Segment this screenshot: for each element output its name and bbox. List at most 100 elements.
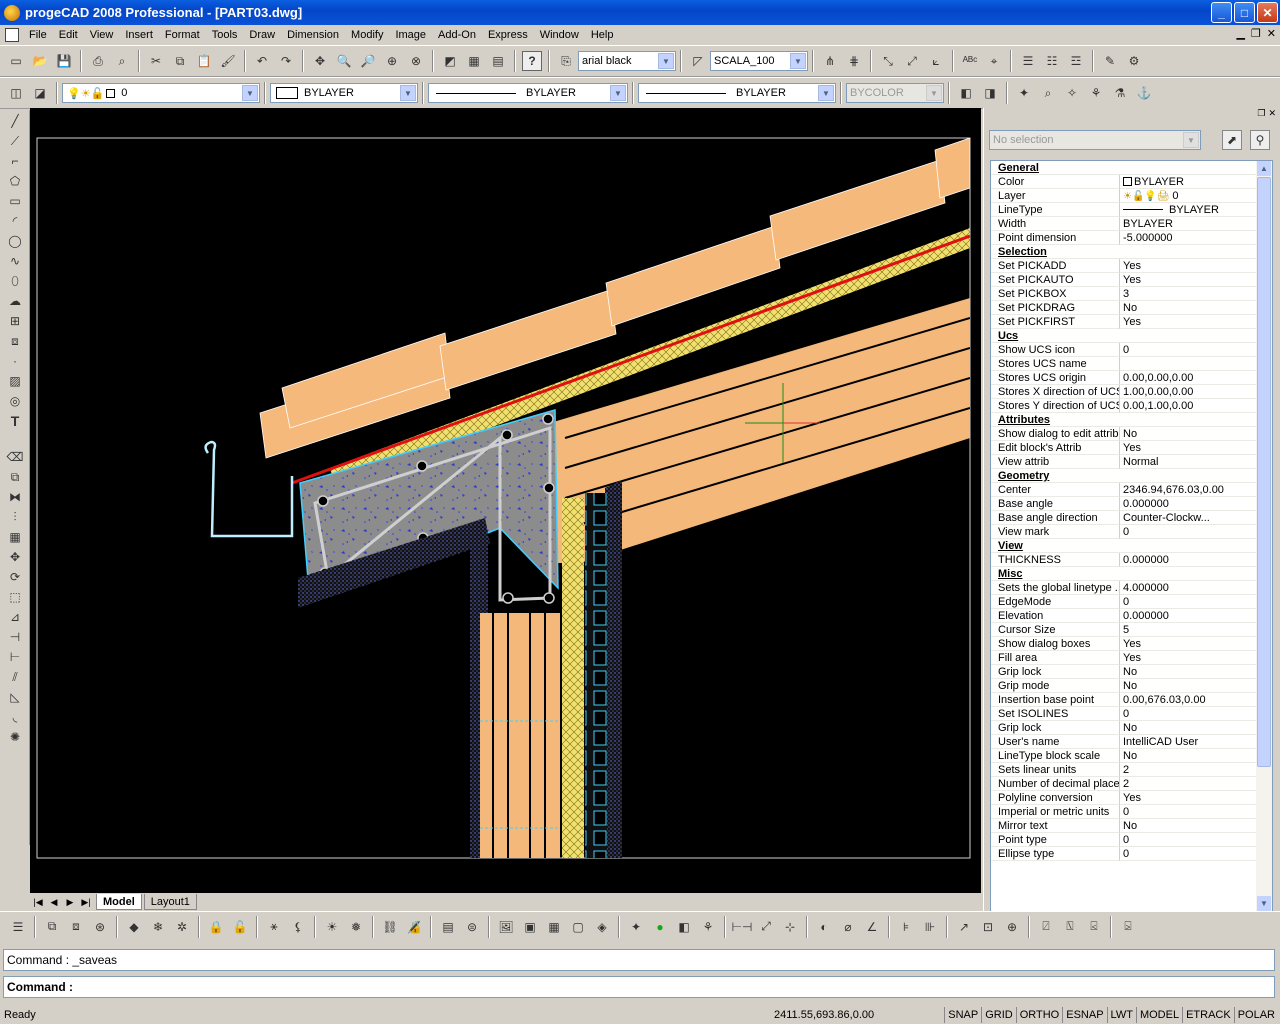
dim-ordinate-icon[interactable]: ⊹	[780, 917, 800, 937]
property-value[interactable]: IntelliCAD User	[1120, 735, 1272, 749]
zoom-extents-icon[interactable]: ⊗	[406, 51, 426, 71]
dim-aligned-icon[interactable]: ⤢	[756, 917, 776, 937]
property-value[interactable]: 0	[1120, 833, 1272, 847]
dim-diameter-icon[interactable]: ⌀	[838, 917, 858, 937]
toggle-ortho[interactable]: ORTHO	[1015, 1007, 1063, 1023]
toggle-lwt[interactable]: LWT	[1106, 1007, 1136, 1023]
property-value[interactable]	[1120, 357, 1272, 371]
design-center-icon[interactable]: ▦	[464, 51, 484, 71]
make-block-icon[interactable]: ⧈	[5, 332, 25, 350]
select-objects-icon[interactable]: ⬈	[1222, 130, 1242, 150]
first-tab-icon[interactable]: |◀	[30, 895, 46, 909]
dim-edit-icon[interactable]: ⍁	[1036, 917, 1056, 937]
property-row[interactable]: Stores UCS name	[991, 357, 1272, 371]
dim-continue-icon[interactable]: ⊪	[920, 917, 940, 937]
background-icon[interactable]: ⚘	[698, 917, 718, 937]
layer-manager-icon[interactable]: ☰	[8, 917, 28, 937]
layer-tool-2-icon[interactable]: ☷	[1042, 51, 1062, 71]
layer-off-icon[interactable]: ◆	[124, 917, 144, 937]
layer-select[interactable]: 💡 ☀ 🔓 0 ▼	[62, 83, 260, 103]
property-value[interactable]: 0.00,676.03,0.00	[1120, 693, 1272, 707]
color-select[interactable]: BYLAYER ▼	[270, 83, 418, 103]
property-row[interactable]: User's name IntelliCAD User	[991, 735, 1272, 749]
panel-close-icon[interactable]: ✕	[1268, 108, 1276, 120]
chevron-down-icon[interactable]: ▼	[790, 53, 806, 69]
property-row[interactable]: Show dialog to edit attrib No	[991, 427, 1272, 441]
property-row[interactable]: Center 2346.94,676.03,0.00	[991, 483, 1272, 497]
save-icon[interactable]: 💾	[54, 51, 74, 71]
property-value[interactable]: 0	[1120, 595, 1272, 609]
property-row[interactable]: Point dimension -5.000000	[991, 231, 1272, 245]
redraw-icon[interactable]: ◩	[440, 51, 460, 71]
property-row[interactable]: Edit block's Attrib Yes	[991, 441, 1272, 455]
font-select[interactable]: arial black ▼	[578, 51, 676, 71]
property-row[interactable]: Stores Y direction of UCS 0.00,1.00,0.00	[991, 399, 1272, 413]
layer-change-icon[interactable]: ⧈	[66, 917, 86, 937]
menu-format[interactable]: Format	[159, 25, 206, 45]
menu-help[interactable]: Help	[585, 25, 620, 45]
document-icon[interactable]	[5, 28, 19, 42]
property-row[interactable]: Fill area Yes	[991, 651, 1272, 665]
menu-edit[interactable]: Edit	[53, 25, 84, 45]
property-category[interactable]: Ucs	[991, 329, 1272, 343]
copy-icon[interactable]: ⧉	[170, 51, 190, 71]
doc-close-icon[interactable]: ✕	[1267, 27, 1276, 40]
sun-all-icon[interactable]: ☀	[322, 917, 342, 937]
render-5-icon[interactable]: ⚗	[1110, 83, 1130, 103]
menu-image[interactable]: Image	[389, 25, 432, 45]
property-value[interactable]: BYLAYER	[1120, 175, 1272, 189]
toggle-grid[interactable]: GRID	[981, 1007, 1016, 1023]
dim-angular-icon[interactable]: ∠	[862, 917, 882, 937]
property-value[interactable]: No	[1120, 427, 1272, 441]
chamfer-icon[interactable]: ◺	[5, 688, 25, 706]
property-row[interactable]: Set PICKBOX 3	[991, 287, 1272, 301]
property-row[interactable]: View attrib Normal	[991, 455, 1272, 469]
center-mark-icon[interactable]: ⊕	[1002, 917, 1022, 937]
render-2-icon[interactable]: ⌕	[1038, 83, 1058, 103]
draw-order-front-icon[interactable]: ◧	[956, 83, 976, 103]
layer-walk-icon[interactable]: ⊜	[462, 917, 482, 937]
layer-multi-icon[interactable]: ✲	[172, 917, 192, 937]
image-adjust-icon[interactable]: ▦	[544, 917, 564, 937]
property-value[interactable]: 2	[1120, 763, 1272, 777]
snow-all-icon[interactable]: ❅	[346, 917, 366, 937]
notes-icon[interactable]: ✎	[1100, 51, 1120, 71]
padlock-icon[interactable]: 🔏	[404, 917, 424, 937]
next-tab-icon[interactable]: ▶	[62, 895, 78, 909]
menu-dimension[interactable]: Dimension	[281, 25, 345, 45]
property-row[interactable]: Base angle direction Counter-Clockw...	[991, 511, 1272, 525]
toggle-esnap[interactable]: ESNAP	[1062, 1007, 1106, 1023]
property-value[interactable]: Yes	[1120, 791, 1272, 805]
layer-match-icon[interactable]: ⧉	[42, 917, 62, 937]
text-icon[interactable]: T	[5, 412, 25, 430]
zoom-window-icon[interactable]: 🔎	[358, 51, 378, 71]
render-3-icon[interactable]: ✧	[1062, 83, 1082, 103]
chevron-down-icon[interactable]: ▼	[610, 85, 626, 101]
tolerance-icon[interactable]: ⊡	[978, 917, 998, 937]
property-row[interactable]: Point type 0	[991, 833, 1272, 847]
rectangle-icon[interactable]: ▭	[5, 192, 25, 210]
render-icon[interactable]: ✦	[1014, 83, 1034, 103]
ellipse-icon[interactable]: ⬯	[5, 272, 25, 290]
property-value[interactable]: ☀🔓💡🖨 0	[1120, 189, 1272, 203]
layer-previous-icon[interactable]: ◪	[30, 83, 50, 103]
chevron-down-icon[interactable]: ▼	[658, 53, 674, 69]
image-quality-icon[interactable]: ◈	[592, 917, 612, 937]
dim-radius-icon[interactable]: ◐	[814, 917, 834, 937]
property-category[interactable]: Misc	[991, 567, 1272, 581]
array-icon[interactable]: ▦	[5, 528, 25, 546]
command-prompt[interactable]: Command :	[3, 976, 1275, 998]
layer-tool-icon[interactable]: ☰	[1018, 51, 1038, 71]
property-value[interactable]: Yes	[1120, 259, 1272, 273]
break-icon[interactable]: ⫽	[5, 668, 25, 686]
toggle-model[interactable]: MODEL	[1135, 1007, 1182, 1023]
match-properties-icon[interactable]: 🖌	[218, 51, 238, 71]
image-clip-icon[interactable]: ▣	[520, 917, 540, 937]
image-icon[interactable]: 🖼	[496, 917, 516, 937]
chevron-down-icon[interactable]: ▼	[1183, 132, 1199, 148]
minimize-button[interactable]: _	[1211, 2, 1232, 23]
paste-icon[interactable]: 📋	[194, 51, 214, 71]
layer-freeze-icon[interactable]: ❄	[148, 917, 168, 937]
fillet-icon[interactable]: ◟	[5, 708, 25, 726]
properties-icon[interactable]: ⚙	[1124, 51, 1144, 71]
